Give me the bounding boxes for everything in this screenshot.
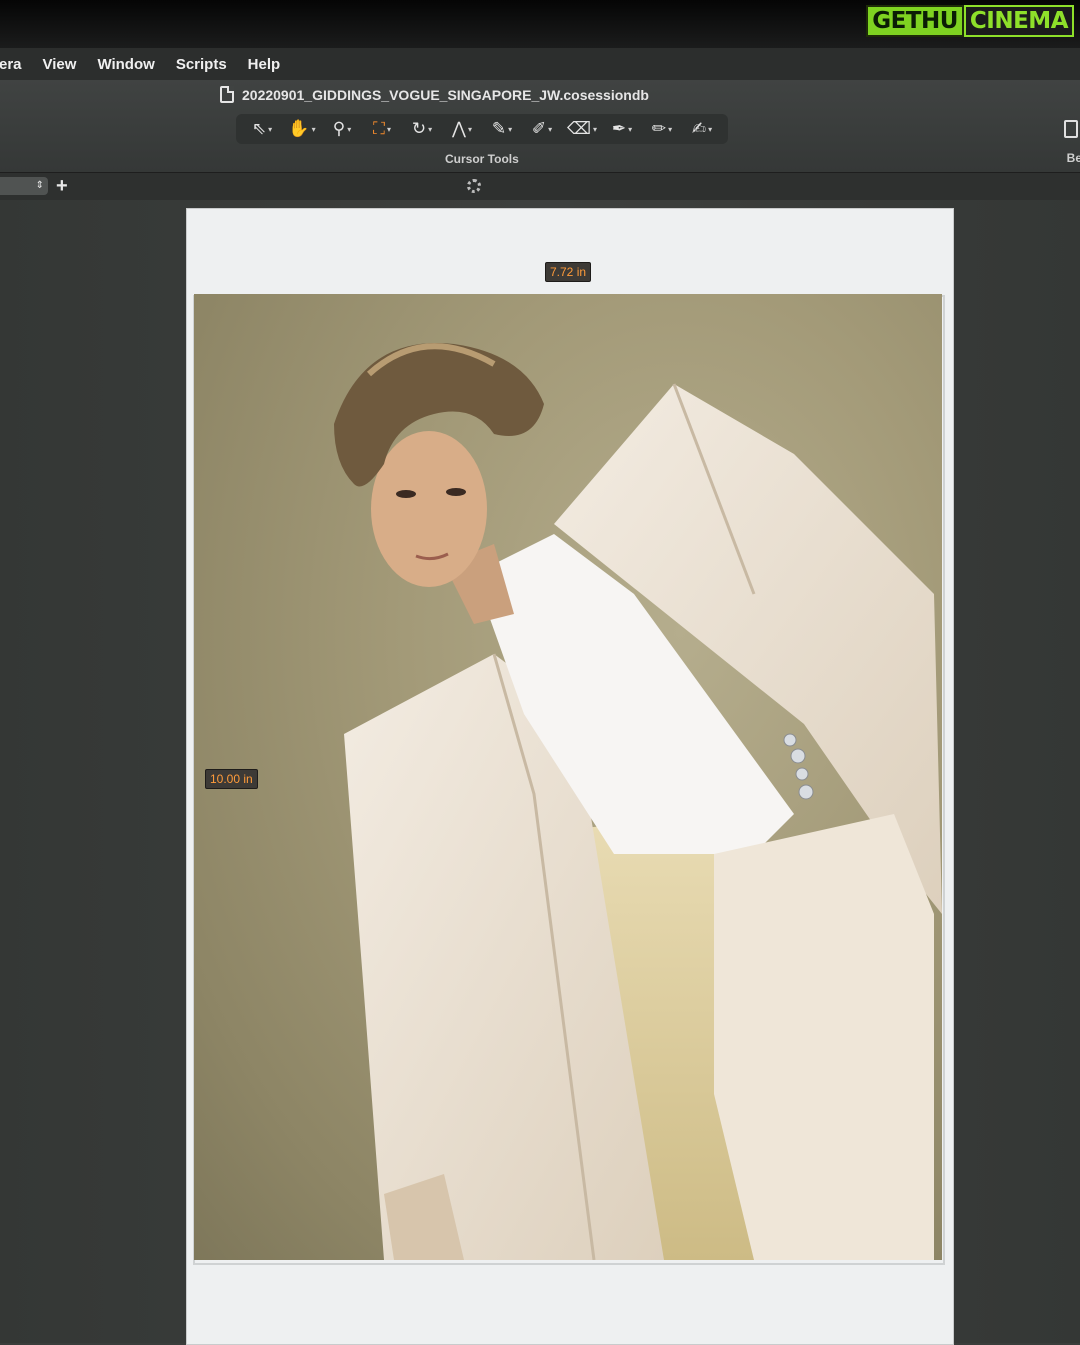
brush-icon: ✎	[491, 119, 507, 138]
stepper-control[interactable]: ⇕	[0, 177, 48, 195]
chevron-down-icon: ▾	[268, 124, 273, 134]
crop-tool-button[interactable]: ⛶ ▾	[365, 116, 399, 142]
rotate-icon: ↻	[411, 119, 427, 138]
chevron-down-icon: ▾	[548, 124, 553, 134]
chevron-down-icon: ▾	[467, 124, 472, 134]
eraser-tool-button[interactable]: ⌫ ▾	[565, 116, 599, 142]
crop-icon: ⛶	[373, 119, 385, 138]
keystone-tool-button[interactable]: ⋀ ▾	[445, 116, 479, 142]
before-after-icon[interactable]	[1064, 120, 1078, 138]
fashion-photo	[194, 294, 942, 1260]
crop-width-label: 7.72 in	[545, 262, 592, 282]
rotate-tool-button[interactable]: ↻ ▾	[405, 116, 439, 142]
menu-camera[interactable]: era	[0, 56, 22, 73]
watermark-logo: GETHU CINEMA	[866, 5, 1074, 37]
screen-bezel: GETHU CINEMA	[0, 0, 1080, 48]
photo-illustration	[334, 343, 942, 1260]
mask-eraser-icon: ✐	[531, 119, 547, 138]
draw-pencil-icon: ✍	[691, 119, 707, 138]
menu-bar: era View Window Scripts Help	[0, 48, 1080, 81]
menu-scripts[interactable]: Scripts	[176, 56, 227, 73]
before-after-label: Bef	[1066, 151, 1080, 165]
chevron-down-icon: ▾	[311, 124, 316, 134]
menu-help[interactable]: Help	[248, 56, 281, 73]
chevron-down-icon: ▾	[428, 124, 433, 134]
cursor-tools-label: Cursor Tools	[445, 152, 519, 166]
crop-height-label: 10.00 in	[205, 769, 258, 789]
color-picker-tool-button[interactable]: ✒ ▾	[605, 116, 639, 142]
mask-eraser-tool-button[interactable]: ✐ ▾	[525, 116, 559, 142]
chevron-down-icon: ▾	[668, 124, 673, 134]
annotate-pen-icon: ✏	[651, 119, 667, 138]
chevron-down-icon: ▾	[593, 124, 598, 134]
menu-window[interactable]: Window	[97, 56, 154, 73]
eraser-icon: ⌫	[566, 119, 592, 138]
menu-view[interactable]: View	[43, 56, 77, 73]
chevron-down-icon: ▾	[347, 124, 352, 134]
toolbar-area: 20220901_GIDDINGS_VOGUE_SINGAPORE_JW.cos…	[0, 80, 1080, 172]
hand-pan-icon: ✋	[288, 119, 310, 138]
keystone-icon: ⋀	[452, 119, 466, 138]
document-title: 20220901_GIDDINGS_VOGUE_SINGAPORE_JW.cos…	[220, 86, 649, 103]
select-arrow-tool-button[interactable]: ⇖ ▾	[245, 116, 279, 142]
document-icon	[220, 86, 234, 103]
add-icon[interactable]: +	[56, 175, 68, 198]
secondary-bar: ⇕ +	[0, 172, 1080, 201]
brush-tool-button[interactable]: ✎ ▾	[485, 116, 519, 142]
select-arrow-icon: ⇖	[251, 119, 267, 138]
chevron-down-icon: ▾	[708, 124, 713, 134]
chevron-down-icon: ▾	[508, 124, 513, 134]
draw-pencil-tool-button[interactable]: ✍ ▾	[685, 116, 719, 142]
chevron-down-icon: ▾	[628, 124, 633, 134]
hand-pan-tool-button[interactable]: ✋ ▾	[285, 116, 319, 142]
watermark-part1: GETHU	[866, 5, 964, 37]
loading-spinner-icon	[467, 179, 481, 193]
cursor-tools-bar: ⇖ ▾ ✋ ▾ ⚲ ▾ ⛶ ▾ ↻ ▾ ⋀ ▾ ✎ ▾ ✐ ▾ ⌫ ▾ ✒ ▾ ✏ ▾ ✍ ▾	[236, 114, 728, 144]
document-title-text: 20220901_GIDDINGS_VOGUE_SINGAPORE_JW.cos…	[242, 86, 649, 103]
watermark-part2: CINEMA	[963, 5, 1074, 37]
color-picker-icon: ✒	[611, 119, 627, 138]
zoom-magnifier-icon: ⚲	[332, 119, 346, 138]
annotate-pen-tool-button[interactable]: ✏ ▾	[645, 116, 679, 142]
chevron-down-icon: ▾	[386, 124, 391, 134]
zoom-magnifier-tool-button[interactable]: ⚲ ▾	[325, 116, 359, 142]
